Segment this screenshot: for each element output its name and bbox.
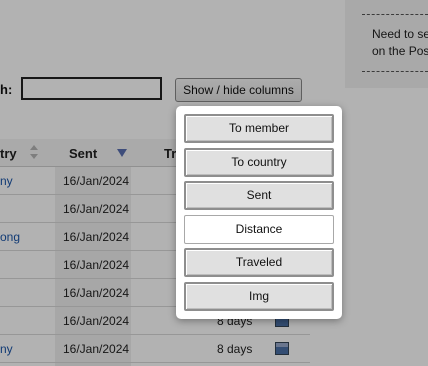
toggle-column-sent[interactable]: Sent bbox=[184, 181, 334, 210]
toggle-column-distance[interactable]: Distance bbox=[184, 215, 334, 244]
column-visibility-menu: To member To country Sent Distance Trave… bbox=[176, 106, 342, 319]
toggle-column-to-member[interactable]: To member bbox=[184, 114, 334, 143]
toggle-column-img[interactable]: Img bbox=[184, 282, 334, 311]
toggle-column-traveled[interactable]: Traveled bbox=[184, 248, 334, 277]
toggle-column-to-country[interactable]: To country bbox=[184, 148, 334, 177]
